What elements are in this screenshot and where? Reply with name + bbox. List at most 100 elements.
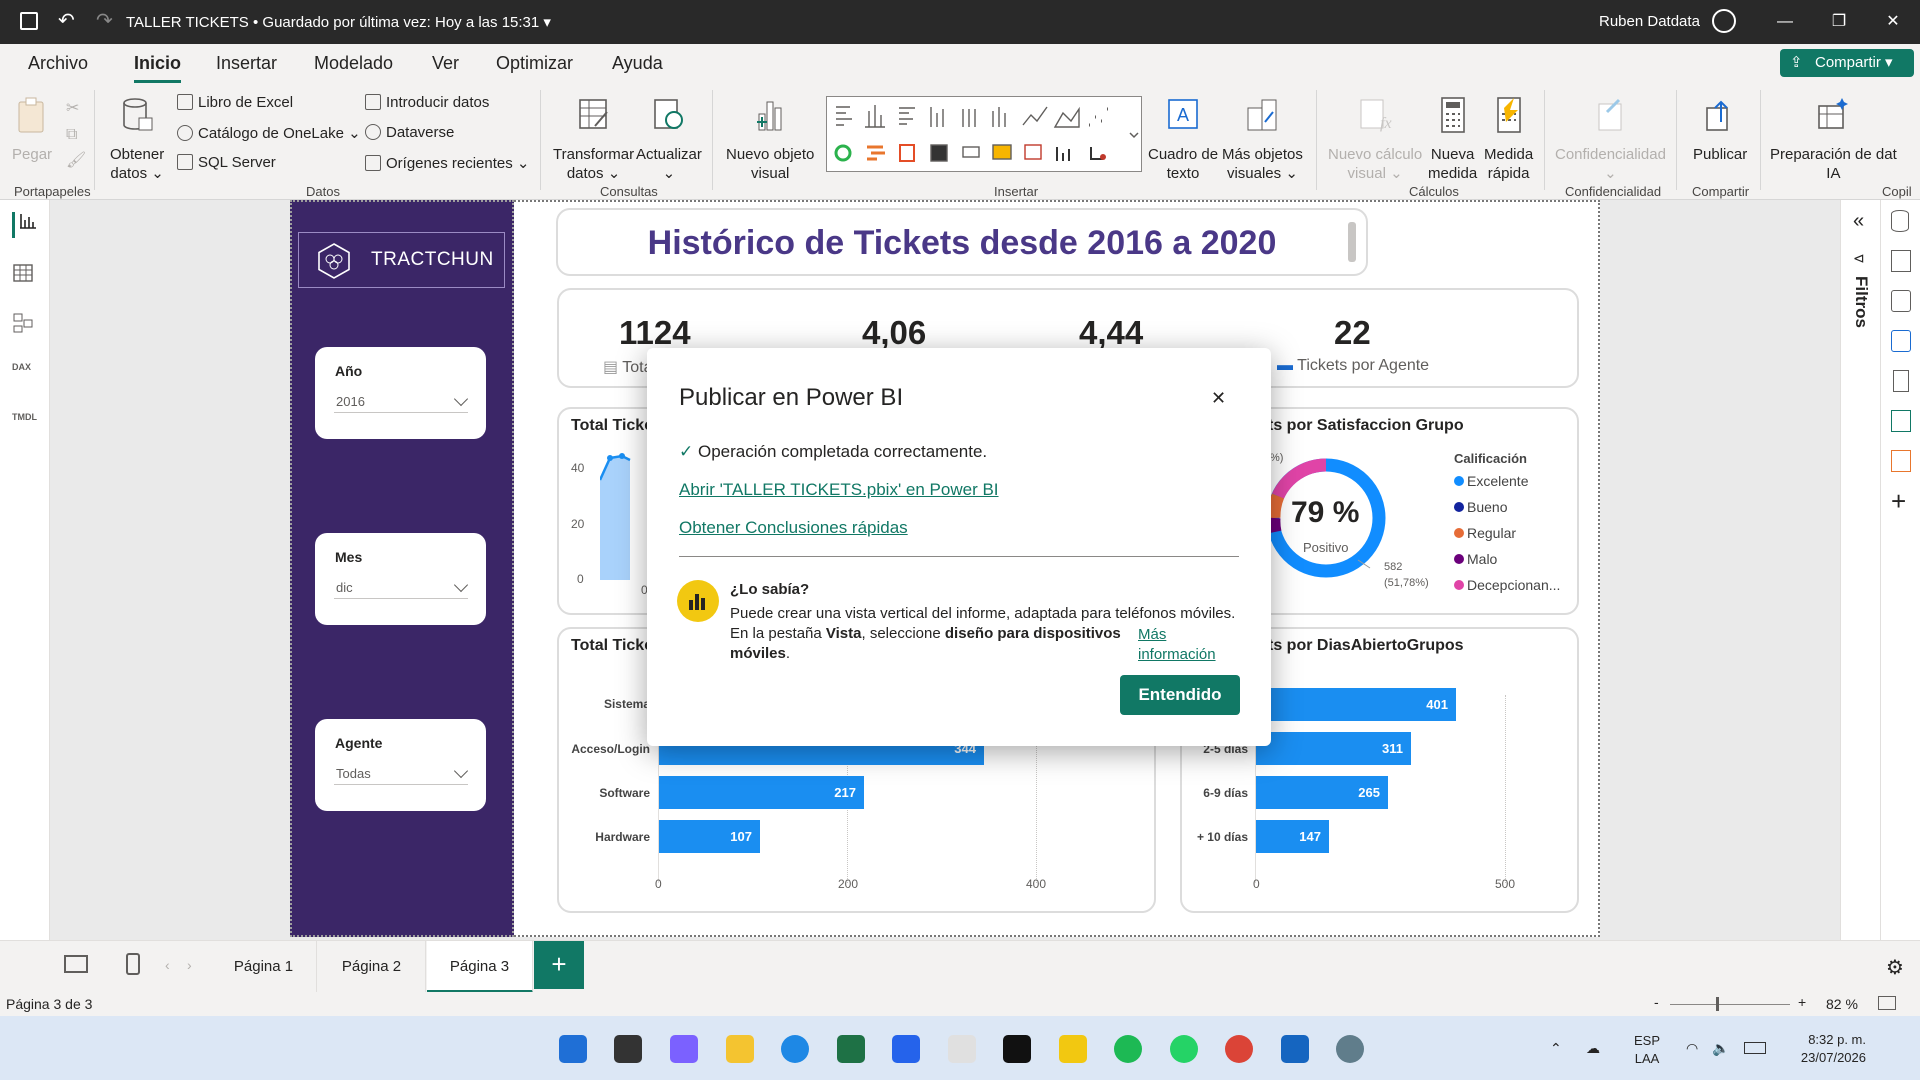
legend-item[interactable]: Malo bbox=[1454, 551, 1497, 567]
clipboard-small-icons[interactable]: ✂ ⧉ 🖌 bbox=[66, 96, 86, 174]
new-measure-button[interactable]: Nueva medida bbox=[1428, 96, 1477, 183]
tab-pagina-2[interactable]: Página 2 bbox=[318, 941, 426, 993]
copilot-pane-icon[interactable] bbox=[1891, 330, 1911, 352]
slicer-ano[interactable]: Año 2016 bbox=[315, 347, 486, 439]
data-pane-icon[interactable] bbox=[1891, 210, 1909, 232]
new-visual-button[interactable]: Nuevo objeto visual bbox=[726, 96, 814, 183]
ai-prep-button[interactable]: Preparación de dat IA bbox=[1770, 96, 1897, 183]
spotify-icon[interactable] bbox=[1114, 1035, 1142, 1063]
filters-pane-collapsed[interactable]: « ⊲ Filtros bbox=[1840, 200, 1880, 940]
clock[interactable]: 8:32 p. m. 23/07/2026 bbox=[1790, 1031, 1866, 1067]
zoom-level[interactable]: 82 % bbox=[1826, 996, 1858, 1012]
performance-pane-icon[interactable] bbox=[1891, 450, 1911, 472]
zoom-slider-thumb[interactable] bbox=[1716, 997, 1719, 1011]
store-icon[interactable] bbox=[892, 1035, 920, 1063]
tmdl-view-icon[interactable]: TMDL bbox=[12, 412, 38, 438]
format-pane-icon[interactable] bbox=[1891, 290, 1911, 312]
bar-10-dias[interactable]: 147 bbox=[1256, 820, 1329, 853]
ok-button[interactable]: Entendido bbox=[1120, 675, 1240, 715]
excel-taskbar-icon[interactable] bbox=[837, 1035, 865, 1063]
text-box-button[interactable]: A Cuadro de texto bbox=[1148, 96, 1218, 183]
redo-icon[interactable]: ↷ bbox=[96, 8, 113, 33]
menu-archivo[interactable]: Archivo bbox=[28, 53, 88, 74]
model-view-icon[interactable] bbox=[12, 312, 38, 338]
filters-label[interactable]: Filtros bbox=[1851, 276, 1871, 328]
undo-icon[interactable]: ↶ bbox=[58, 8, 75, 33]
close-icon[interactable]: ✕ bbox=[1211, 388, 1226, 409]
report-title-card[interactable]: Histórico de Tickets desde 2016 a 2020 bbox=[556, 208, 1368, 276]
document-title[interactable]: TALLER TICKETS • Guardado por última vez… bbox=[126, 13, 551, 31]
copilot-icon[interactable] bbox=[670, 1035, 698, 1063]
menu-insertar[interactable]: Insertar bbox=[216, 53, 277, 74]
volume-icon[interactable]: 🔈 bbox=[1712, 1040, 1729, 1057]
whatsapp-icon[interactable] bbox=[1170, 1035, 1198, 1063]
dax-query-icon[interactable]: DAX bbox=[12, 362, 38, 388]
dataverse-button[interactable]: Dataverse bbox=[365, 124, 454, 141]
edge-icon[interactable] bbox=[781, 1035, 809, 1063]
restore-button[interactable]: ❐ bbox=[1824, 10, 1854, 34]
legend-item[interactable]: Bueno bbox=[1454, 499, 1507, 515]
zoom-in-button[interactable]: + bbox=[1798, 994, 1806, 1010]
task-view-icon[interactable] bbox=[614, 1035, 642, 1063]
legend-item[interactable]: Decepcionan... bbox=[1454, 577, 1560, 593]
file-explorer-icon[interactable] bbox=[726, 1035, 754, 1063]
sensitivity-button[interactable]: Confidencialidad ⌄ bbox=[1555, 96, 1666, 183]
menu-ayuda[interactable]: Ayuda bbox=[612, 53, 663, 74]
selection-pane-icon[interactable] bbox=[1891, 410, 1911, 432]
legend-item[interactable]: Excelente bbox=[1454, 473, 1528, 489]
menu-inicio[interactable]: Inicio bbox=[134, 53, 182, 83]
onelake-button[interactable]: Catálogo de OneLake ⌄ bbox=[177, 124, 361, 142]
snipping-tool-icon[interactable] bbox=[948, 1035, 976, 1063]
more-visuals-button[interactable]: Más objetos visuales ⌄ bbox=[1222, 96, 1303, 183]
scrollbar[interactable] bbox=[1348, 222, 1356, 262]
avatar[interactable] bbox=[1712, 9, 1736, 33]
minimize-button[interactable]: — bbox=[1770, 10, 1800, 34]
excel-button[interactable]: Libro de Excel bbox=[177, 94, 293, 111]
transform-data-button[interactable]: Transformar datos ⌄ bbox=[553, 96, 634, 183]
bar-hardware[interactable]: 107 bbox=[659, 820, 760, 853]
share-button[interactable]: ⇪ Compartir ▾ bbox=[1780, 49, 1914, 77]
next-page-icon[interactable]: › bbox=[187, 957, 192, 973]
power-bi-taskbar-icon[interactable] bbox=[1059, 1035, 1087, 1063]
user-name[interactable]: Ruben Datdata bbox=[1599, 13, 1700, 30]
new-visual-calc-button[interactable]: fx Nuevo cálculo visual ⌄ bbox=[1328, 96, 1422, 183]
menu-ver[interactable]: Ver bbox=[432, 53, 459, 74]
bar-days-group[interactable]: 401 bbox=[1256, 688, 1456, 721]
zoom-out-button[interactable]: - bbox=[1654, 994, 1659, 1010]
get-data-button[interactable]: Obtener datos ⌄ bbox=[110, 96, 164, 183]
bar-2-5-dias[interactable]: 311 bbox=[1256, 732, 1411, 765]
slicer-agente-dropdown[interactable]: Todas bbox=[334, 759, 469, 785]
bar-6-9-dias[interactable]: 265 bbox=[1256, 776, 1388, 809]
settings-taskbar-icon[interactable] bbox=[1336, 1035, 1364, 1063]
slicer-mes[interactable]: Mes dic bbox=[315, 533, 486, 625]
visualizations-pane-icon[interactable] bbox=[1891, 250, 1911, 272]
settings-icon[interactable]: ⚙ bbox=[1886, 955, 1904, 980]
tab-pagina-3[interactable]: Página 3 bbox=[427, 941, 533, 993]
zoom-slider[interactable] bbox=[1670, 1004, 1790, 1005]
wifi-icon[interactable]: ◠ bbox=[1686, 1040, 1698, 1057]
visual-gallery[interactable] bbox=[826, 96, 1142, 172]
tab-pagina-1[interactable]: Página 1 bbox=[211, 941, 317, 993]
add-pane-icon[interactable]: + bbox=[1891, 486, 1906, 517]
report-view-icon[interactable] bbox=[12, 212, 38, 238]
mobile-layout-icon[interactable] bbox=[126, 953, 140, 975]
sql-server-button[interactable]: SQL Server bbox=[177, 154, 276, 171]
add-page-button[interactable]: + bbox=[534, 941, 584, 989]
bookmark-icon[interactable] bbox=[1893, 370, 1909, 392]
expand-pane-icon[interactable]: « bbox=[1853, 210, 1864, 233]
desktop-layout-icon[interactable] bbox=[64, 955, 88, 973]
slicer-mes-dropdown[interactable]: dic bbox=[334, 573, 469, 599]
battery-icon[interactable] bbox=[1744, 1042, 1766, 1054]
refresh-button[interactable]: Actualizar ⌄ bbox=[636, 96, 702, 183]
slicer-ano-dropdown[interactable]: 2016 bbox=[334, 387, 469, 413]
prev-page-icon[interactable]: ‹ bbox=[165, 957, 170, 973]
language-indicator[interactable]: ESP LAA bbox=[1634, 1032, 1660, 1068]
app-icon[interactable] bbox=[1003, 1035, 1031, 1063]
open-report-link[interactable]: Abrir 'TALLER TICKETS.pbix' en Power BI bbox=[679, 480, 999, 500]
slicer-agente[interactable]: Agente Todas bbox=[315, 719, 486, 811]
more-info-link[interactable]: Más información bbox=[1138, 625, 1216, 665]
publish-button[interactable]: Publicar bbox=[1693, 96, 1747, 164]
table-view-icon[interactable] bbox=[12, 262, 38, 288]
tray-overflow-icon[interactable]: ⌃ bbox=[1550, 1040, 1562, 1057]
legend-item[interactable]: Regular bbox=[1454, 525, 1516, 541]
